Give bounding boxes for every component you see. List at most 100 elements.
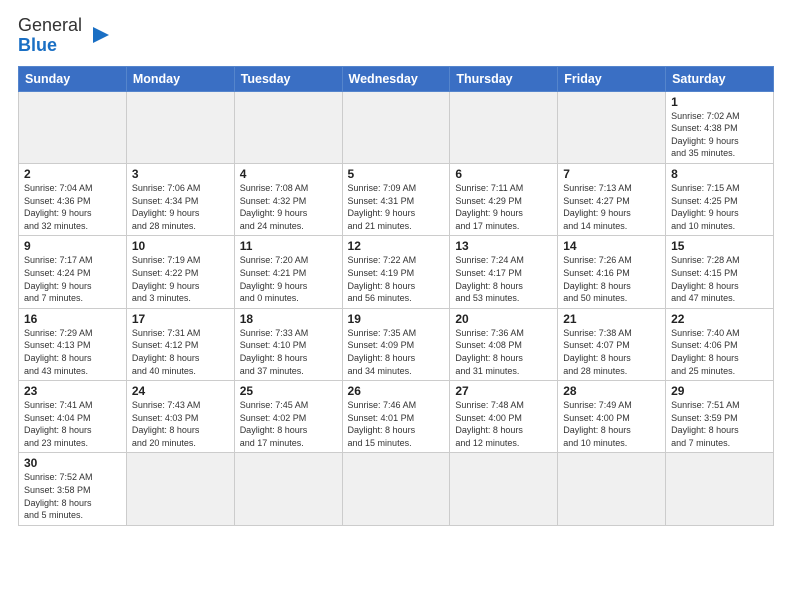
calendar-cell — [558, 453, 666, 525]
calendar-cell — [342, 453, 450, 525]
day-info: Sunrise: 7:02 AM Sunset: 4:38 PM Dayligh… — [671, 110, 768, 160]
calendar-cell — [666, 453, 774, 525]
calendar-cell — [450, 91, 558, 163]
day-number: 1 — [671, 95, 768, 109]
calendar-cell: 2Sunrise: 7:04 AM Sunset: 4:36 PM Daylig… — [19, 163, 127, 235]
day-number: 28 — [563, 384, 660, 398]
day-info: Sunrise: 7:52 AM Sunset: 3:58 PM Dayligh… — [24, 471, 121, 521]
calendar-cell: 17Sunrise: 7:31 AM Sunset: 4:12 PM Dayli… — [126, 308, 234, 380]
day-info: Sunrise: 7:36 AM Sunset: 4:08 PM Dayligh… — [455, 327, 552, 377]
day-info: Sunrise: 7:48 AM Sunset: 4:00 PM Dayligh… — [455, 399, 552, 449]
calendar-cell: 4Sunrise: 7:08 AM Sunset: 4:32 PM Daylig… — [234, 163, 342, 235]
calendar-week-row: 23Sunrise: 7:41 AM Sunset: 4:04 PM Dayli… — [19, 381, 774, 453]
calendar-cell: 25Sunrise: 7:45 AM Sunset: 4:02 PM Dayli… — [234, 381, 342, 453]
day-number: 26 — [348, 384, 445, 398]
calendar-cell: 15Sunrise: 7:28 AM Sunset: 4:15 PM Dayli… — [666, 236, 774, 308]
day-info: Sunrise: 7:40 AM Sunset: 4:06 PM Dayligh… — [671, 327, 768, 377]
calendar-cell: 14Sunrise: 7:26 AM Sunset: 4:16 PM Dayli… — [558, 236, 666, 308]
day-info: Sunrise: 7:51 AM Sunset: 3:59 PM Dayligh… — [671, 399, 768, 449]
calendar-cell — [558, 91, 666, 163]
day-number: 16 — [24, 312, 121, 326]
day-number: 11 — [240, 239, 337, 253]
calendar-cell: 22Sunrise: 7:40 AM Sunset: 4:06 PM Dayli… — [666, 308, 774, 380]
day-info: Sunrise: 7:41 AM Sunset: 4:04 PM Dayligh… — [24, 399, 121, 449]
day-number: 3 — [132, 167, 229, 181]
logo-line2: Blue — [18, 36, 82, 56]
calendar-cell: 8Sunrise: 7:15 AM Sunset: 4:25 PM Daylig… — [666, 163, 774, 235]
calendar-cell: 26Sunrise: 7:46 AM Sunset: 4:01 PM Dayli… — [342, 381, 450, 453]
calendar-cell: 7Sunrise: 7:13 AM Sunset: 4:27 PM Daylig… — [558, 163, 666, 235]
day-info: Sunrise: 7:15 AM Sunset: 4:25 PM Dayligh… — [671, 182, 768, 232]
day-info: Sunrise: 7:11 AM Sunset: 4:29 PM Dayligh… — [455, 182, 552, 232]
day-number: 19 — [348, 312, 445, 326]
day-number: 27 — [455, 384, 552, 398]
day-info: Sunrise: 7:13 AM Sunset: 4:27 PM Dayligh… — [563, 182, 660, 232]
day-number: 29 — [671, 384, 768, 398]
weekday-header-thursday: Thursday — [450, 66, 558, 91]
day-info: Sunrise: 7:24 AM Sunset: 4:17 PM Dayligh… — [455, 254, 552, 304]
day-number: 23 — [24, 384, 121, 398]
day-number: 6 — [455, 167, 552, 181]
calendar-cell: 21Sunrise: 7:38 AM Sunset: 4:07 PM Dayli… — [558, 308, 666, 380]
day-number: 10 — [132, 239, 229, 253]
calendar-cell — [126, 453, 234, 525]
day-info: Sunrise: 7:22 AM Sunset: 4:19 PM Dayligh… — [348, 254, 445, 304]
calendar-cell — [126, 91, 234, 163]
day-number: 13 — [455, 239, 552, 253]
calendar-week-row: 2Sunrise: 7:04 AM Sunset: 4:36 PM Daylig… — [19, 163, 774, 235]
day-info: Sunrise: 7:06 AM Sunset: 4:34 PM Dayligh… — [132, 182, 229, 232]
day-info: Sunrise: 7:26 AM Sunset: 4:16 PM Dayligh… — [563, 254, 660, 304]
day-number: 17 — [132, 312, 229, 326]
calendar-cell: 24Sunrise: 7:43 AM Sunset: 4:03 PM Dayli… — [126, 381, 234, 453]
calendar-cell: 3Sunrise: 7:06 AM Sunset: 4:34 PM Daylig… — [126, 163, 234, 235]
calendar-week-row: 30Sunrise: 7:52 AM Sunset: 3:58 PM Dayli… — [19, 453, 774, 525]
calendar-cell — [19, 91, 127, 163]
calendar-cell: 6Sunrise: 7:11 AM Sunset: 4:29 PM Daylig… — [450, 163, 558, 235]
calendar-cell: 11Sunrise: 7:20 AM Sunset: 4:21 PM Dayli… — [234, 236, 342, 308]
day-number: 12 — [348, 239, 445, 253]
day-number: 15 — [671, 239, 768, 253]
day-info: Sunrise: 7:17 AM Sunset: 4:24 PM Dayligh… — [24, 254, 121, 304]
day-info: Sunrise: 7:29 AM Sunset: 4:13 PM Dayligh… — [24, 327, 121, 377]
day-number: 30 — [24, 456, 121, 470]
page-header: General Blue — [18, 16, 774, 56]
calendar-cell — [450, 453, 558, 525]
day-number: 5 — [348, 167, 445, 181]
day-info: Sunrise: 7:46 AM Sunset: 4:01 PM Dayligh… — [348, 399, 445, 449]
weekday-header-tuesday: Tuesday — [234, 66, 342, 91]
day-info: Sunrise: 7:33 AM Sunset: 4:10 PM Dayligh… — [240, 327, 337, 377]
day-info: Sunrise: 7:45 AM Sunset: 4:02 PM Dayligh… — [240, 399, 337, 449]
calendar-cell: 27Sunrise: 7:48 AM Sunset: 4:00 PM Dayli… — [450, 381, 558, 453]
calendar-cell: 1Sunrise: 7:02 AM Sunset: 4:38 PM Daylig… — [666, 91, 774, 163]
day-info: Sunrise: 7:43 AM Sunset: 4:03 PM Dayligh… — [132, 399, 229, 449]
day-number: 24 — [132, 384, 229, 398]
calendar-cell: 5Sunrise: 7:09 AM Sunset: 4:31 PM Daylig… — [342, 163, 450, 235]
day-number: 9 — [24, 239, 121, 253]
day-number: 4 — [240, 167, 337, 181]
day-number: 7 — [563, 167, 660, 181]
calendar-cell — [234, 453, 342, 525]
weekday-header-saturday: Saturday — [666, 66, 774, 91]
day-info: Sunrise: 7:09 AM Sunset: 4:31 PM Dayligh… — [348, 182, 445, 232]
logo-icon — [89, 24, 111, 46]
day-number: 25 — [240, 384, 337, 398]
calendar-cell — [342, 91, 450, 163]
calendar-table: SundayMondayTuesdayWednesdayThursdayFrid… — [18, 66, 774, 526]
weekday-header-wednesday: Wednesday — [342, 66, 450, 91]
calendar-cell: 18Sunrise: 7:33 AM Sunset: 4:10 PM Dayli… — [234, 308, 342, 380]
weekday-header-friday: Friday — [558, 66, 666, 91]
calendar-cell: 9Sunrise: 7:17 AM Sunset: 4:24 PM Daylig… — [19, 236, 127, 308]
day-info: Sunrise: 7:49 AM Sunset: 4:00 PM Dayligh… — [563, 399, 660, 449]
day-info: Sunrise: 7:35 AM Sunset: 4:09 PM Dayligh… — [348, 327, 445, 377]
calendar-week-row: 9Sunrise: 7:17 AM Sunset: 4:24 PM Daylig… — [19, 236, 774, 308]
day-number: 2 — [24, 167, 121, 181]
day-number: 22 — [671, 312, 768, 326]
day-info: Sunrise: 7:28 AM Sunset: 4:15 PM Dayligh… — [671, 254, 768, 304]
calendar-page: General Blue SundayMondayTuesdayWednesda… — [0, 0, 792, 612]
day-number: 8 — [671, 167, 768, 181]
logo-line1: General — [18, 16, 82, 36]
day-info: Sunrise: 7:31 AM Sunset: 4:12 PM Dayligh… — [132, 327, 229, 377]
calendar-cell: 29Sunrise: 7:51 AM Sunset: 3:59 PM Dayli… — [666, 381, 774, 453]
calendar-cell: 13Sunrise: 7:24 AM Sunset: 4:17 PM Dayli… — [450, 236, 558, 308]
calendar-week-row: 1Sunrise: 7:02 AM Sunset: 4:38 PM Daylig… — [19, 91, 774, 163]
